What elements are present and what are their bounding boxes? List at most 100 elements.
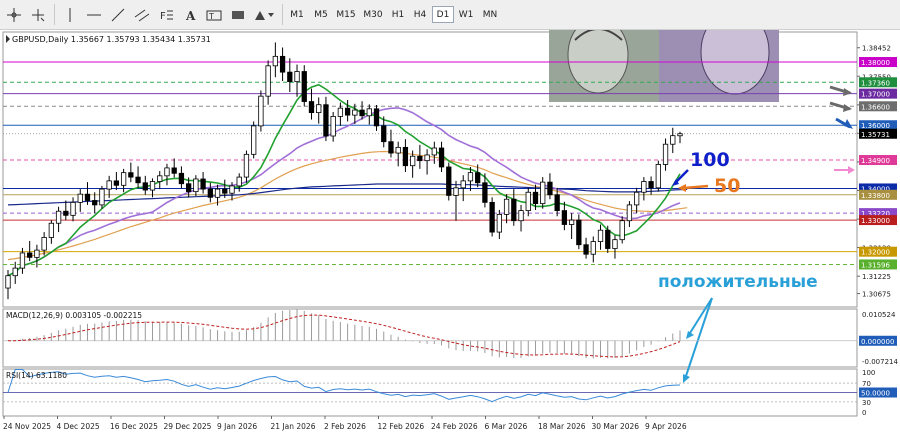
candle-body [149,181,156,191]
date-label-4: 9 Jan 2026 [217,422,257,431]
candle-body [308,101,315,114]
candle [99,185,105,209]
candle-body [568,219,575,225]
crosshair-icon[interactable] [4,5,24,24]
candle-body [323,104,329,137]
candle-body [92,200,98,206]
candle-body [84,193,91,201]
rsi-axis-70: 70 [862,380,871,388]
banknote-portrait-image [549,30,779,102]
timeframe-m1[interactable]: M1 [287,6,307,23]
macd-axis-top: 0.010524 [862,311,896,319]
candle-body [662,143,669,165]
date-label-0: 24 Nov 2025 [3,422,51,431]
candle-body [373,108,380,127]
date-label-7: 12 Feb 2026 [378,422,425,431]
candle-body [518,210,524,222]
label-icon[interactable]: T [204,5,224,24]
rsi-50-label: 50.0000 [861,390,890,398]
toolbar: F A T M1 M5 M15 M30 H1 H4 D1 W1 MN [0,0,900,30]
level-badge-label-1.32000: 1.32000 [861,249,890,257]
candle-body [99,188,105,206]
level-badge-label-1.31596: 1.31596 [861,261,890,269]
price-chart[interactable]: 1.384521.375501.366451.357451.348401.339… [0,30,900,443]
candle-body [511,198,517,222]
candle-body [503,198,510,215]
candle-body [330,115,336,137]
candle-body [142,182,148,191]
candle-body [301,71,307,102]
cursor-plus-icon[interactable] [28,5,48,24]
timeframe-h1[interactable]: H1 [388,6,408,23]
shapes-icon[interactable] [252,5,276,24]
vertical-line-icon[interactable] [60,5,80,24]
candle-body [677,133,683,137]
svg-text:F: F [160,11,166,22]
candle-body [12,267,18,277]
candle-body [157,175,163,182]
candle-body [55,210,62,224]
candle-body [214,188,221,198]
candle-body [352,109,358,116]
candle-body [229,185,235,194]
candle-body [590,241,596,255]
candle-body [77,193,83,203]
timeframe-m5[interactable]: M5 [311,6,331,23]
rsi-axis-0: 0 [862,409,866,417]
candle-body [496,213,502,233]
current-price-label: 1.35731 [861,131,890,139]
candle-body [19,252,26,269]
candle-body [540,181,546,205]
candle-body [395,146,401,154]
horizontal-line-icon[interactable] [84,5,104,24]
candle-body [222,188,228,194]
candle-body [561,210,568,225]
level-badge-label-1.37000: 1.37000 [861,91,890,99]
candle-body [48,222,54,238]
channel-icon[interactable] [132,5,152,24]
candle-body [186,183,192,193]
macd-axis-bottom: -0.007214 [862,358,898,366]
text-icon[interactable]: A [180,5,200,24]
candle-body [113,180,120,186]
candle-body [200,178,206,190]
candle-body [446,166,452,196]
timeframe-w1[interactable]: W1 [456,6,476,23]
timeframe-h4[interactable]: H4 [410,6,430,23]
fibonacci-icon[interactable]: F [156,5,176,24]
timeframe-mn[interactable]: MN [479,6,501,23]
timeframe-m30[interactable]: M30 [360,6,386,23]
candle-body [207,188,213,198]
symbol-info: GBPUSD,Daily 1.35667 1.35793 1.35434 1.3… [12,35,211,44]
macd-label: MACD(12,26,9) 0.003105 -0.002215 [6,311,142,320]
candle-body [453,187,459,196]
candle [540,177,546,209]
candle-body [243,153,250,178]
candle-body [316,104,322,114]
candle-body [120,172,127,186]
candle-body [619,220,625,241]
candle-body [41,237,47,251]
timeframe-m15[interactable]: M15 [334,6,358,23]
date-label-11: 30 Mar 2026 [592,422,640,431]
candle [251,121,257,159]
candle-body [612,239,618,249]
price-tick-1.38452: 1.38452 [862,45,891,53]
candle [619,216,625,244]
level-badge-label-1.33800: 1.33800 [861,192,890,200]
candle-body [251,125,257,155]
candle-body [489,201,495,233]
annotation-50: 50 [714,175,740,197]
level-badge-label-1.37360: 1.37360 [861,79,890,87]
date-label-9: 6 Mar 2026 [485,422,528,431]
candle-body [34,249,40,258]
candle-body [366,108,372,117]
rectangle-icon[interactable] [228,5,248,24]
timeframe-d1[interactable]: D1 [432,6,454,23]
candle-body [294,71,300,83]
candle-body [337,107,344,117]
trendline-icon[interactable] [108,5,128,24]
candle-body [670,135,676,145]
candle-body [27,252,33,258]
candle-body [344,107,351,116]
